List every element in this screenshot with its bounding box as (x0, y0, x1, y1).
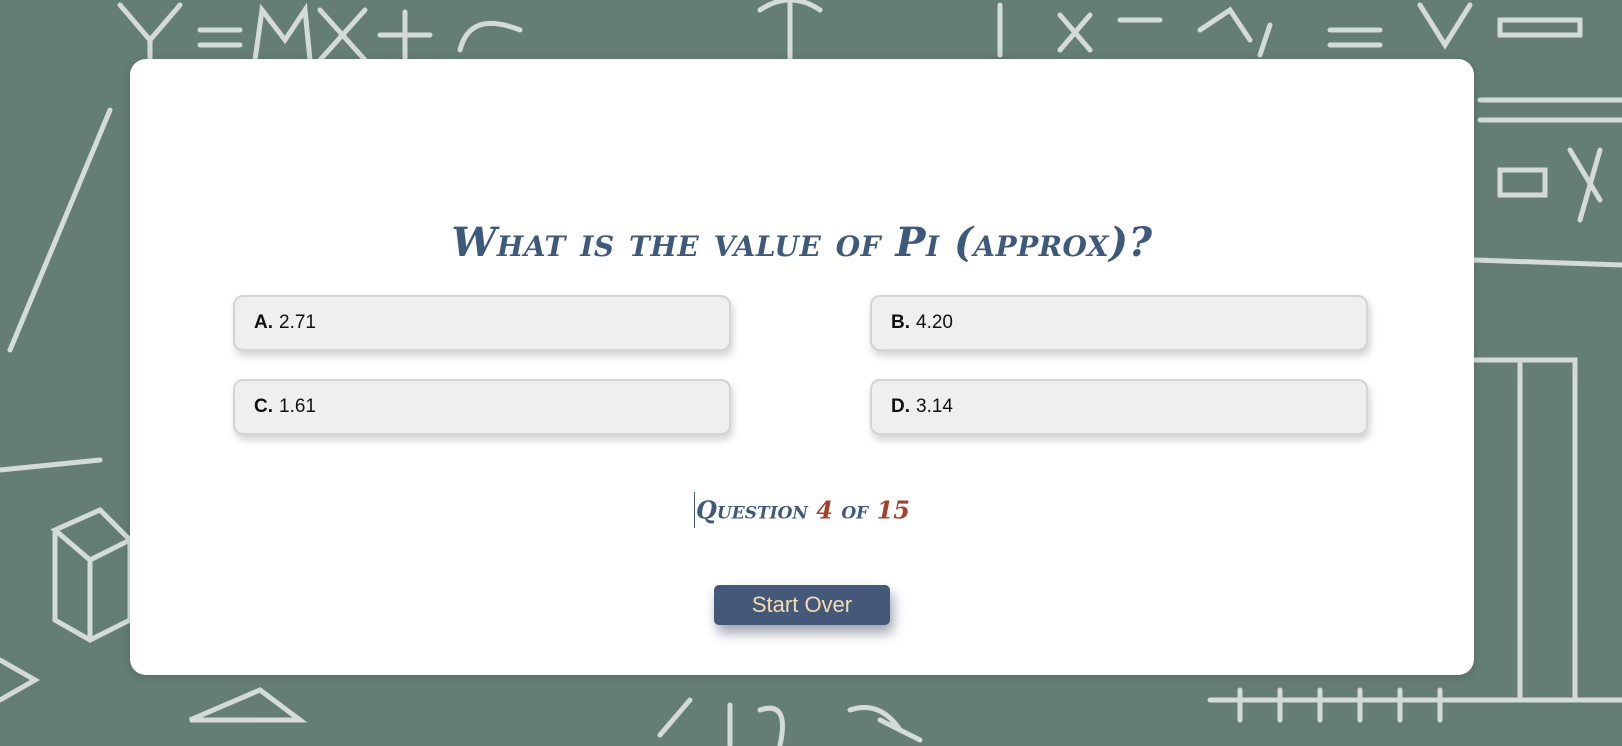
answer-option-a[interactable]: A. 2.71 (233, 295, 731, 351)
answer-value: 3.14 (916, 396, 953, 417)
progress-prefix: Question (696, 495, 808, 525)
progress-middle: of (841, 495, 869, 525)
question-progress: Question 4 of 15 (130, 492, 1474, 530)
answer-option-d[interactable]: D. 3.14 (870, 379, 1368, 435)
quiz-card: What is the value of Pi (approx)? A. 2.7… (130, 59, 1474, 675)
answer-letter: A. (254, 312, 273, 333)
question-title: What is the value of Pi (approx)? (451, 219, 1153, 266)
answer-value: 4.20 (916, 312, 953, 333)
answer-value: 2.71 (279, 312, 316, 333)
answer-value: 1.61 (279, 396, 316, 417)
answer-letter: D. (891, 396, 910, 417)
start-over-button[interactable]: Start Over (714, 585, 890, 625)
answer-grid: A. 2.71 B. 4.20 C. 1.61 D. 3.14 (233, 295, 1371, 437)
answer-letter: B. (891, 312, 910, 333)
progress-current: 4 (816, 495, 833, 525)
answer-option-c[interactable]: C. 1.61 (233, 379, 731, 435)
progress-total: 15 (876, 495, 910, 525)
answer-option-b[interactable]: B. 4.20 (870, 295, 1368, 351)
text-caret (694, 492, 695, 528)
answer-letter: C. (254, 396, 273, 417)
